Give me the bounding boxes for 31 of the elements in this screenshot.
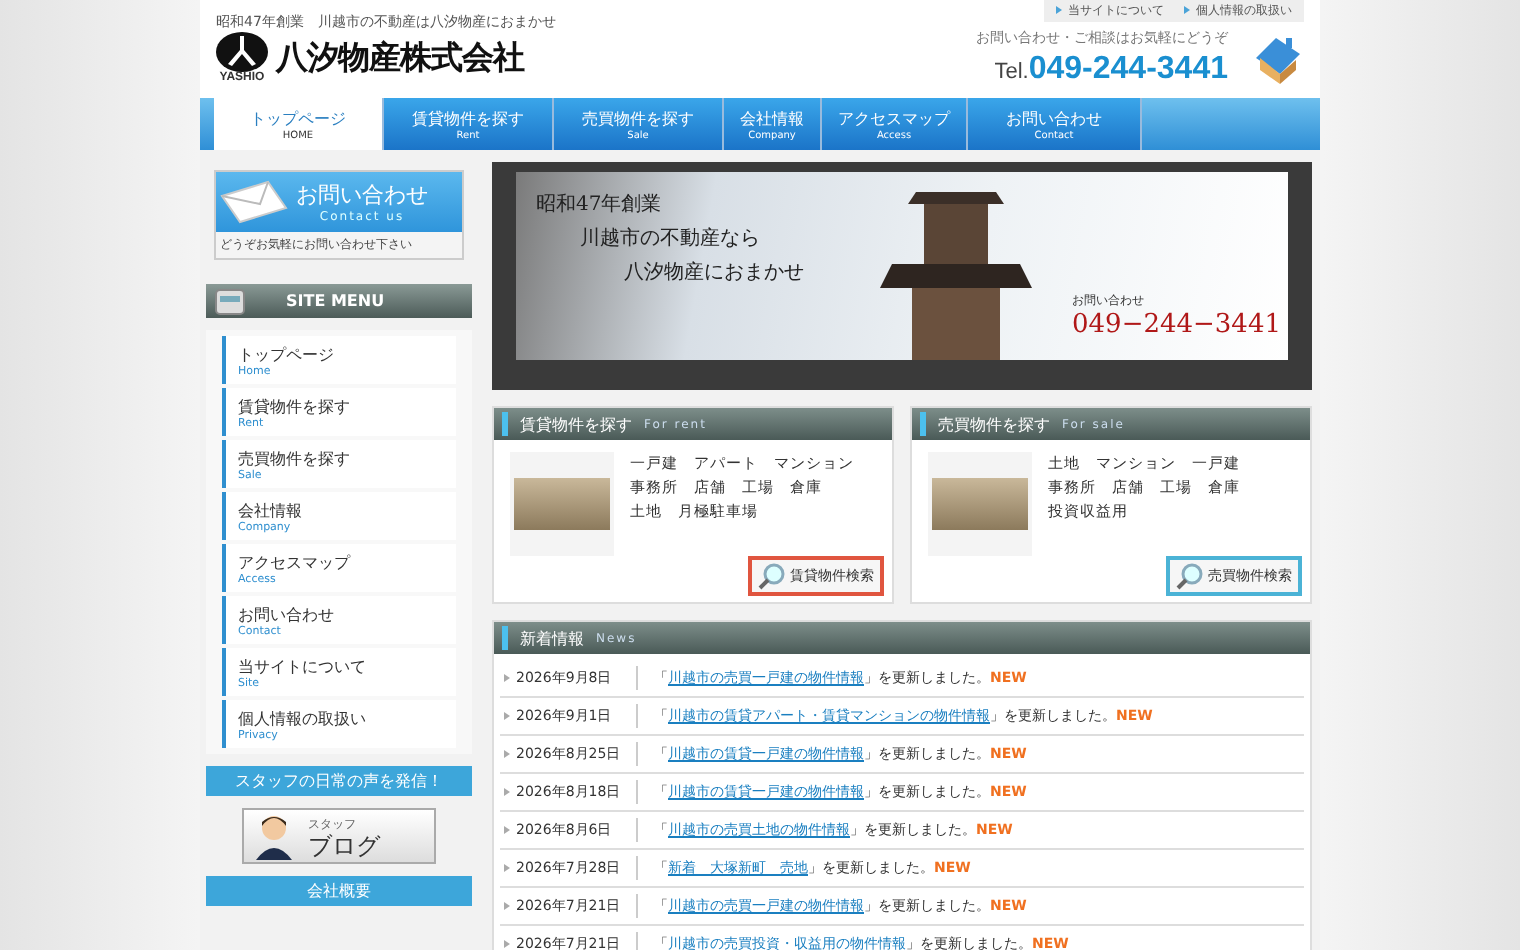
logo-icon xyxy=(216,32,268,72)
bullet-icon xyxy=(504,864,510,872)
hero-text: 八汐物産におまかせ xyxy=(622,259,806,288)
bullet-icon xyxy=(504,750,510,758)
bullet-icon xyxy=(504,940,510,948)
bullet-icon xyxy=(1056,6,1062,15)
tel-label: Tel. xyxy=(994,60,1029,84)
staff-heading: スタッフの日常の声を発信！ xyxy=(206,766,472,796)
bullet-icon xyxy=(504,902,510,910)
bullet-icon xyxy=(504,788,510,796)
house-photo-placeholder xyxy=(928,452,1032,556)
search-icon xyxy=(758,562,786,590)
envelope-icon xyxy=(220,180,288,224)
hero-phone: 049−244−3441 xyxy=(1072,310,1281,340)
house-photo-placeholder xyxy=(510,452,614,556)
card-title: 売買物件を探す xyxy=(938,413,1050,435)
news-title: 新着情報 xyxy=(520,627,584,649)
phone-number: 049-244-3441 xyxy=(1028,52,1228,86)
bullet-icon xyxy=(504,712,510,720)
monitor-icon xyxy=(214,287,246,315)
company-heading: 会社概要 xyxy=(206,876,472,906)
bullet-icon xyxy=(504,826,510,834)
bullet-icon xyxy=(504,674,510,682)
company-name[interactable]: 八汐物産株式会社 xyxy=(276,37,524,79)
bullet-icon xyxy=(1184,6,1190,15)
site-menu-title: SITE MENU xyxy=(286,292,385,310)
card-title: 賃貸物件を探す xyxy=(520,413,632,435)
hero-text: 川越市の不動産なら xyxy=(578,225,762,254)
person-icon xyxy=(252,812,296,860)
hero-text: 昭和47年創業 xyxy=(536,191,664,220)
search-icon xyxy=(1176,562,1204,590)
